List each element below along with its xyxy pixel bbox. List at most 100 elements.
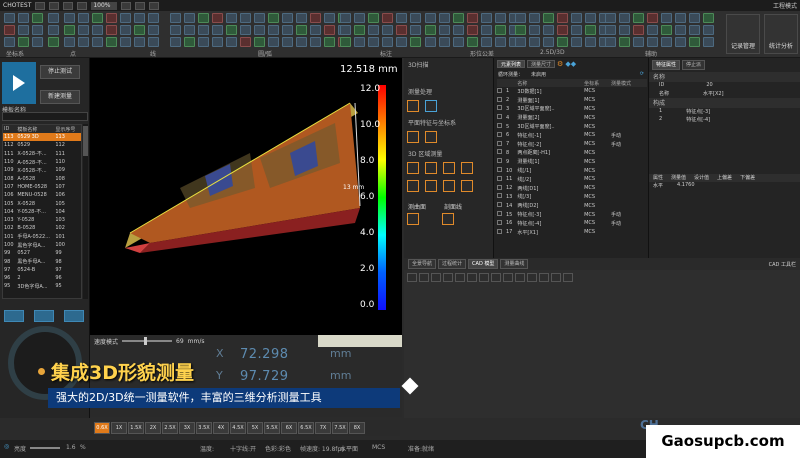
region-tool-icon[interactable] (461, 162, 473, 174)
ribbon-tool-icon[interactable] (633, 13, 644, 23)
program-row[interactable]: 103 Y-0528 103 (3, 216, 81, 224)
ribbon-tool-icon[interactable] (495, 37, 506, 47)
ribbon-tool-icon[interactable] (340, 25, 351, 35)
element-checkbox[interactable] (497, 184, 506, 193)
ribbon-tool-icon[interactable] (134, 25, 145, 35)
quick-new-icon[interactable] (35, 1, 46, 10)
export-icon[interactable] (34, 310, 54, 322)
region-tool-icon[interactable] (461, 180, 473, 192)
cad-tool-icon[interactable] (491, 273, 501, 282)
ribbon-tool-icon[interactable] (543, 25, 554, 35)
program-row[interactable]: 111 X-0528-不... 111 (3, 150, 81, 158)
ribbon-tool-icon[interactable] (282, 37, 293, 47)
element-checkbox[interactable] (497, 140, 506, 149)
ribbon-tool-icon[interactable] (619, 13, 630, 23)
quick-tool-icon[interactable] (135, 1, 146, 10)
ribbon-tool-icon[interactable] (529, 13, 540, 23)
zoom-level-button[interactable]: 6X (281, 422, 297, 434)
profile-tool-icon[interactable] (442, 213, 454, 225)
ribbon-tool-icon[interactable] (453, 37, 464, 47)
program-row[interactable]: 104 Y-0528-不... 104 (3, 208, 81, 216)
ribbon-tool-icon[interactable] (585, 13, 596, 23)
ribbon-tool-icon[interactable] (64, 25, 75, 35)
tab-feature-props[interactable]: 特征属性 (652, 60, 681, 70)
ribbon-tool-icon[interactable] (382, 37, 393, 47)
zoom-select[interactable]: 100% (91, 1, 118, 10)
tab-process-stats[interactable]: 过程统计 (438, 259, 467, 269)
ribbon-tool-icon[interactable] (467, 37, 478, 47)
ribbon-tool-icon[interactable] (382, 13, 393, 23)
ribbon-tool-icon[interactable] (368, 25, 379, 35)
zoom-level-button[interactable]: 5X (247, 422, 263, 434)
program-row[interactable]: 110 A-0528-不... 110 (3, 158, 81, 166)
ribbon-tool-icon[interactable] (495, 13, 506, 23)
ribbon-tool-icon[interactable] (529, 37, 540, 47)
ribbon-tool-icon[interactable] (633, 25, 644, 35)
zoom-level-button[interactable]: 1X (111, 422, 127, 434)
tab-panorama[interactable]: 全景导航 (408, 259, 437, 269)
ribbon-tool-icon[interactable] (495, 25, 506, 35)
run-button[interactable] (2, 62, 36, 104)
quick-open-icon[interactable] (49, 1, 60, 10)
element-row[interactable]: 11 线[/2] MCS (497, 175, 647, 184)
ribbon-tool-icon[interactable] (675, 37, 686, 47)
element-checkbox[interactable] (497, 105, 506, 114)
ribbon-tool-icon[interactable] (557, 37, 568, 47)
ribbon-tool-icon[interactable] (410, 25, 421, 35)
ribbon-tool-icon[interactable] (396, 37, 407, 47)
ribbon-tool-icon[interactable] (48, 25, 59, 35)
ribbon-tool-icon[interactable] (18, 13, 29, 23)
ribbon-tool-icon[interactable] (410, 37, 421, 47)
ribbon-tool-icon[interactable] (212, 13, 223, 23)
program-row[interactable]: 101 手母A-0522... 101 (3, 233, 81, 241)
ribbon-tool-icon[interactable] (703, 13, 714, 23)
ribbon-tool-icon[interactable] (382, 25, 393, 35)
ribbon-tool-icon[interactable] (675, 13, 686, 23)
ribbon-tool-icon[interactable] (78, 13, 89, 23)
program-row[interactable]: 97 0524-B 97 (3, 266, 81, 274)
ribbon-tool-icon[interactable] (481, 37, 492, 47)
quick-tool-icon[interactable] (121, 1, 132, 10)
ribbon-tool-icon[interactable] (585, 37, 596, 47)
plane-tool-icon[interactable] (407, 131, 419, 143)
tab-element-list[interactable]: 元素列表 (497, 60, 526, 68)
zoom-level-button[interactable]: 8X (349, 422, 365, 434)
program-row[interactable]: 109 X-0528-不... 109 (3, 166, 81, 174)
region-tool-icon[interactable] (425, 180, 437, 192)
ribbon-tool-icon[interactable] (689, 25, 700, 35)
ribbon-tool-icon[interactable] (689, 37, 700, 47)
ribbon-tool-icon[interactable] (675, 25, 686, 35)
program-col-header[interactable]: 模板名称 (16, 125, 55, 133)
zoom-level-button[interactable]: 6.5X (298, 422, 314, 434)
cad-tool-icon[interactable] (515, 273, 525, 282)
ribbon-tool-icon[interactable] (48, 13, 59, 23)
quick-save-icon[interactable] (63, 1, 74, 10)
ribbon-tool-icon[interactable] (467, 25, 478, 35)
zoom-level-button[interactable]: 2X (145, 422, 161, 434)
ribbon-tool-icon[interactable] (585, 25, 596, 35)
ribbon-tool-icon[interactable] (184, 37, 195, 47)
ribbon-tool-icon[interactable] (198, 37, 209, 47)
ribbon-tool-icon[interactable] (647, 13, 658, 23)
element-checkbox[interactable] (497, 96, 506, 105)
element-checkbox[interactable] (497, 166, 506, 175)
program-row[interactable]: 112 0529 112 (3, 141, 81, 149)
ribbon-tool-icon[interactable] (184, 25, 195, 35)
record-manage-button[interactable]: 记录管理 (726, 14, 760, 54)
zoom-level-button[interactable]: 3.5X (196, 422, 212, 434)
ribbon-tool-icon[interactable] (48, 37, 59, 47)
ribbon-tool-icon[interactable] (619, 25, 630, 35)
ribbon-tool-icon[interactable] (148, 25, 159, 35)
cad-area[interactable] (404, 270, 800, 418)
ribbon-tool-icon[interactable] (453, 13, 464, 23)
cad-tool-icon[interactable] (563, 273, 573, 282)
ribbon-tool-icon[interactable] (310, 37, 321, 47)
ribbon-tool-icon[interactable] (515, 25, 526, 35)
cad-tool-icon[interactable] (467, 273, 477, 282)
ribbon-tool-icon[interactable] (324, 13, 335, 23)
ribbon-tool-icon[interactable] (605, 13, 616, 23)
ribbon-tool-icon[interactable] (240, 25, 251, 35)
zoom-level-button[interactable]: 5.5X (264, 422, 280, 434)
ribbon-tool-icon[interactable] (571, 25, 582, 35)
ribbon-tool-icon[interactable] (354, 25, 365, 35)
